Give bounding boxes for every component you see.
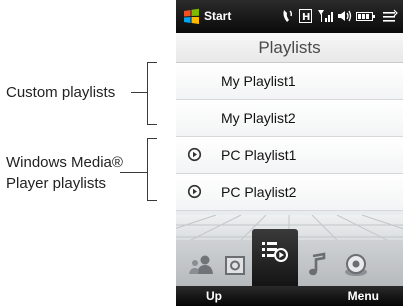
- annotation-wmp-line1: Windows Media®: [6, 154, 123, 171]
- annotation-bracket-top: [147, 62, 157, 63]
- page-title: Playlists: [258, 38, 321, 57]
- menu-lines-icon[interactable]: [382, 8, 398, 24]
- annotation-custom-playlists: Custom playlists: [6, 84, 116, 101]
- page-title-bar: Playlists: [176, 33, 403, 63]
- softkey-up-button[interactable]: Up: [206, 289, 222, 303]
- music-playlists-icon[interactable]: [252, 229, 298, 286]
- people-icon[interactable]: [186, 250, 216, 280]
- playlist-label: PC Playlist1: [221, 147, 297, 163]
- battery-icon: [356, 8, 376, 24]
- list-item[interactable]: My Playlist1: [176, 63, 403, 100]
- annotation-bracket: [147, 62, 148, 124]
- windows-flag-icon[interactable]: [183, 8, 200, 25]
- playlist-label: My Playlist1: [221, 73, 296, 89]
- photos-icon[interactable]: [220, 250, 250, 280]
- list-item[interactable]: My Playlist2: [176, 100, 403, 137]
- svg-text:H: H: [302, 12, 310, 23]
- list-item[interactable]: PC Playlist1: [176, 137, 403, 174]
- status-bar: Start H: [176, 0, 403, 33]
- playlist-label: PC Playlist2: [221, 184, 297, 200]
- start-label[interactable]: Start: [204, 9, 231, 23]
- playlist-label: My Playlist2: [221, 110, 296, 126]
- annotation-wmp-line2: Player playlists: [6, 175, 107, 192]
- annotation-bracket: [147, 138, 148, 200]
- phone-signal-icon: [281, 8, 295, 24]
- h-data-icon: H: [299, 8, 312, 24]
- settings-disc-icon[interactable]: [341, 250, 371, 280]
- annotation-bracket-bottom: [147, 200, 157, 201]
- signal-strength-icon: [317, 8, 333, 24]
- list-item[interactable]: PC Playlist2: [176, 174, 403, 211]
- annotation-line: [131, 92, 147, 93]
- softkey-bar: Up Menu: [176, 286, 403, 306]
- softkey-menu-button[interactable]: Menu: [348, 289, 379, 303]
- annotation-line: [120, 172, 147, 173]
- pc-playlist-icon: [187, 184, 202, 199]
- volume-icon: [337, 8, 352, 24]
- pc-playlist-icon: [187, 147, 202, 162]
- music-note-icon[interactable]: [302, 250, 332, 280]
- annotation-bracket-bottom: [147, 124, 157, 125]
- phone-screen: Start H Playlists My Playlist1 My Playli…: [176, 0, 403, 306]
- annotation-bracket-top: [147, 138, 157, 139]
